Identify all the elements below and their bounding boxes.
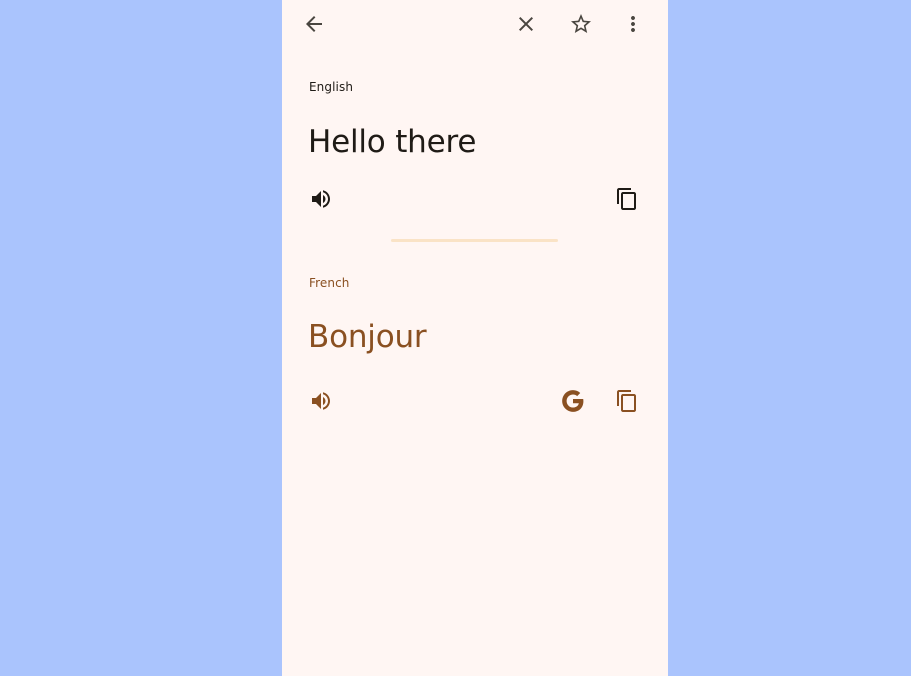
more-vert-icon: [631, 16, 635, 32]
source-listen-button[interactable]: [303, 181, 339, 217]
back-button[interactable]: [296, 6, 332, 42]
copy-icon: [617, 188, 636, 210]
arrow-left-icon: [306, 16, 322, 32]
volume-up-icon: [312, 190, 330, 208]
target-copy-button[interactable]: [609, 383, 645, 419]
google-search-button[interactable]: [555, 383, 591, 419]
target-listen-button[interactable]: [303, 383, 339, 419]
target-language-label: French: [309, 276, 350, 290]
clear-button[interactable]: [508, 6, 544, 42]
source-language-label: English: [309, 80, 354, 94]
source-copy-button[interactable]: [609, 181, 645, 217]
section-divider: [391, 239, 558, 242]
translation-screen: English Hello there French Bonjour: [282, 0, 668, 676]
volume-up-icon: [312, 392, 330, 410]
star-outline-icon: [571, 14, 591, 33]
source-text: Hello there: [308, 124, 477, 160]
google-g-icon: [562, 390, 584, 412]
target-text: Bonjour: [308, 319, 427, 355]
copy-icon: [617, 390, 636, 412]
more-options-button[interactable]: [615, 6, 651, 42]
close-icon: [519, 17, 533, 31]
favorite-button[interactable]: [563, 6, 599, 42]
